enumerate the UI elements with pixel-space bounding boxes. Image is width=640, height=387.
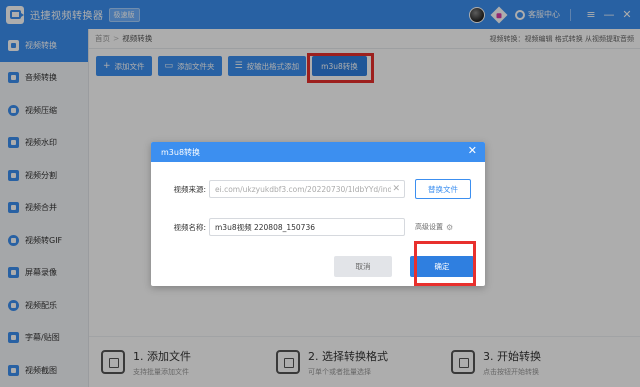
video-name-value: m3u8视频 220808_150736 [215,222,315,232]
video-name-input[interactable]: m3u8视频 220808_150736 [209,218,405,236]
dialog-title: m3u8转换 [161,147,201,157]
gear-icon: ⚙ [446,222,454,232]
source-url-value: ei.com/ukzyukdbf3.com/20220730/1IdbYYd/i… [215,184,391,194]
source-url-field[interactable]: ei.com/ukzyukdbf3.com/20220730/1IdbYYd/i… [209,180,405,198]
highlight-box [414,241,476,286]
replace-file-button[interactable]: 替换文件 [415,179,471,199]
clear-icon[interactable]: ✕ [392,184,400,194]
name-row: 视频名称: m3u8视频 220808_150736 高级设置 ⚙ [151,218,453,236]
cancel-button[interactable]: 取消 [334,256,392,277]
source-row: 视频来源: ei.com/ukzyukdbf3.com/20220730/1Id… [151,179,471,199]
advanced-settings-button[interactable]: 高级设置 ⚙ [415,222,453,232]
source-label: 视频来源: [173,184,206,194]
dialog-close-icon[interactable]: ✕ [468,145,477,157]
name-label: 视频名称: [173,222,206,232]
dialog-header: m3u8转换 ✕ [151,142,485,162]
advanced-settings-label: 高级设置 [415,223,443,231]
